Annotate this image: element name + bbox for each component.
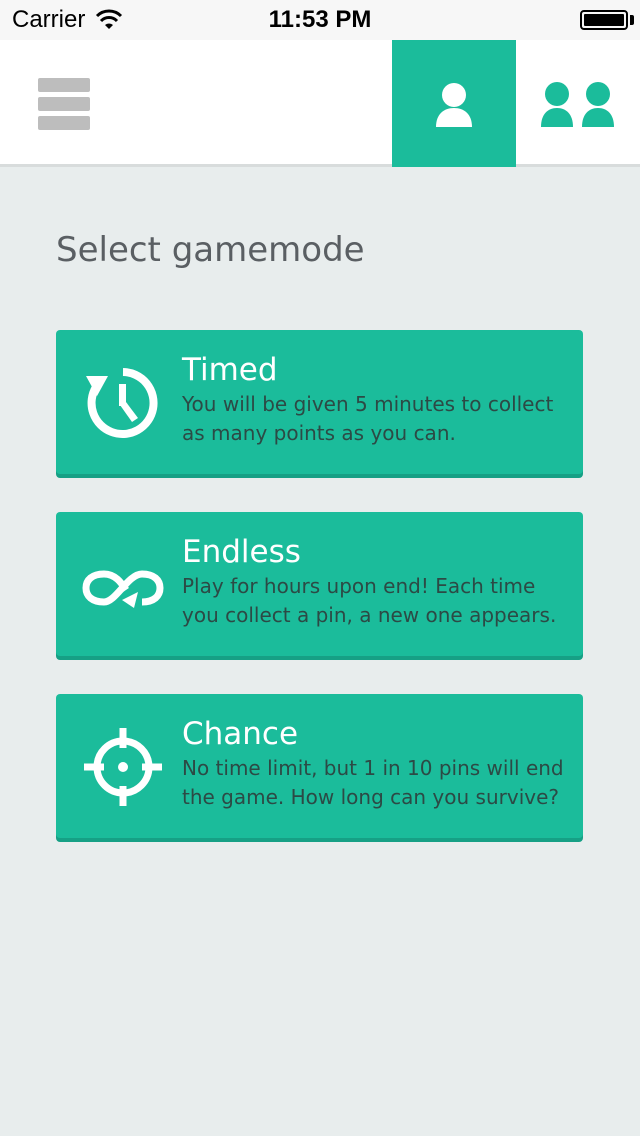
two-users-icon — [541, 82, 614, 127]
mode-description: You will be given 5 minutes to collect a… — [182, 392, 554, 445]
single-user-icon — [436, 83, 472, 127]
status-bar: Carrier 11:53 PM — [0, 0, 640, 40]
mode-card-endless[interactable]: Endless Play for hours upon end! Each ti… — [56, 512, 583, 656]
mode-card-chance[interactable]: Chance No time limit, but 1 in 10 pins w… — [56, 694, 583, 838]
tab-multi-player[interactable] — [516, 40, 640, 164]
battery-tip — [630, 15, 634, 25]
mode-title: Timed — [182, 352, 278, 388]
timer-icon — [86, 368, 158, 438]
mode-description: No time limit, but 1 in 10 pins will end… — [182, 756, 564, 809]
top-nav-bar — [0, 40, 640, 167]
hamburger-menu-icon[interactable] — [38, 78, 90, 130]
page-title: Select gamemode — [56, 230, 365, 270]
crosshair-icon — [84, 728, 162, 806]
infinity-loop-icon — [82, 570, 164, 608]
mode-title: Chance — [182, 716, 299, 752]
tab-single-player[interactable] — [392, 40, 516, 167]
mode-title: Endless — [182, 534, 301, 570]
battery-icon — [580, 10, 628, 30]
status-time: 11:53 PM — [268, 6, 372, 33]
mode-card-timed[interactable]: Timed You will be given 5 minutes to col… — [56, 330, 583, 474]
mode-description: Play for hours upon end! Each time you c… — [182, 574, 557, 627]
